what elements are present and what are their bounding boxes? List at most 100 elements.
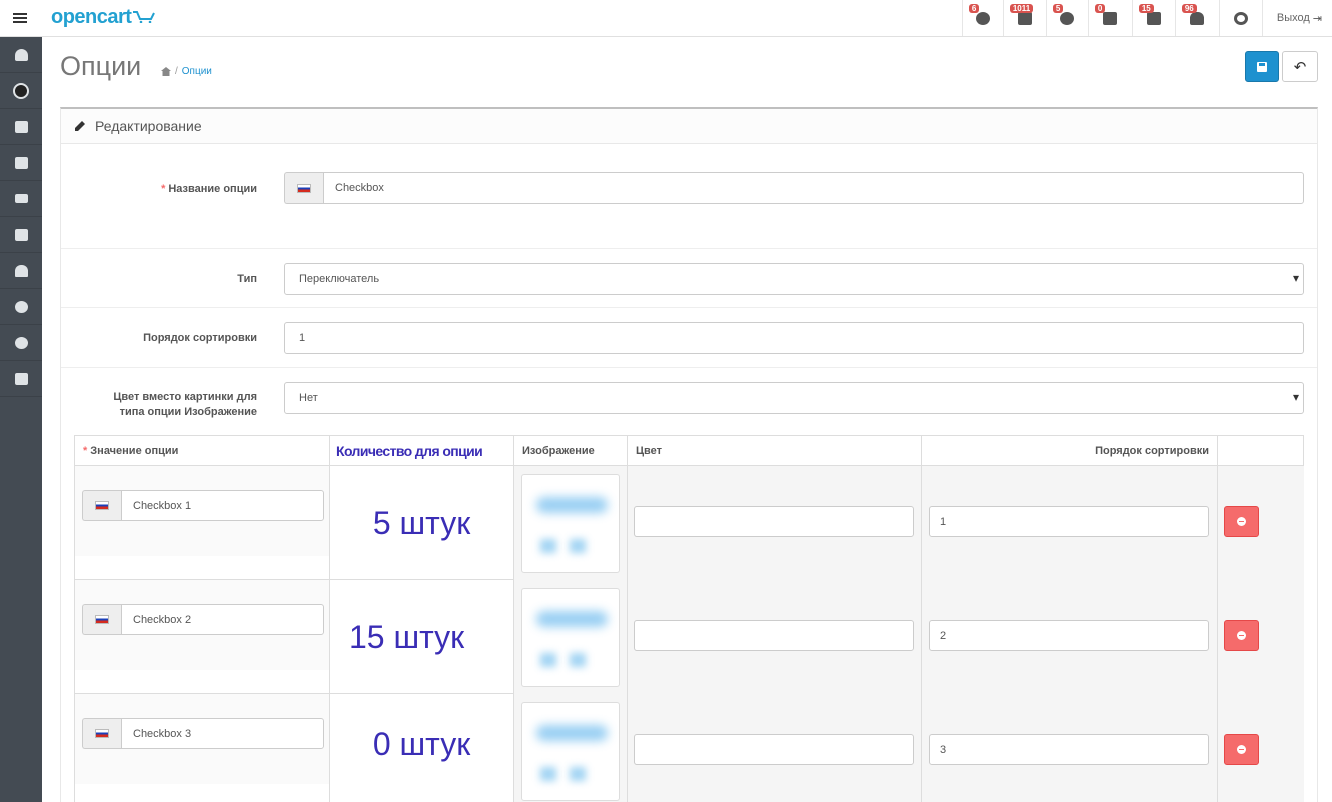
sidebar-item-dashboard[interactable] bbox=[0, 37, 42, 73]
image-thumbnail[interactable] bbox=[521, 474, 620, 573]
chart-icon bbox=[14, 372, 28, 385]
form-row-sort: Порядок сортировки 1 bbox=[61, 308, 1317, 368]
bell-icon bbox=[1190, 11, 1205, 25]
announcements-badge: 0 bbox=[1094, 4, 1106, 13]
sort-input[interactable]: 3 bbox=[929, 734, 1209, 765]
sidebar-item-system[interactable] bbox=[0, 325, 42, 361]
sidebar-item-extension-logo[interactable] bbox=[0, 73, 42, 109]
sidebar-item-catalog[interactable] bbox=[0, 109, 42, 145]
header-nav: 6 1011 5 0 15 96 Выход ⇥ bbox=[961, 0, 1332, 36]
value-cell: Checkbox 3 bbox=[75, 694, 330, 802]
sidebar bbox=[0, 37, 42, 802]
home-icon[interactable] bbox=[161, 67, 171, 76]
th-value: * Значение опции bbox=[75, 436, 330, 466]
quantity-annotation: 5 штук bbox=[372, 504, 471, 541]
questions-nav[interactable]: 5 bbox=[1045, 0, 1088, 36]
back-button[interactable]: ↶ bbox=[1282, 51, 1318, 82]
breadcrumb-link-options[interactable]: Опции bbox=[182, 66, 212, 77]
value-cell: Checkbox 1 bbox=[75, 466, 330, 580]
life-ring-icon bbox=[1233, 11, 1248, 25]
language-addon bbox=[82, 604, 121, 635]
form-row-option-name: * Название опции Checkbox bbox=[61, 144, 1317, 249]
ru-flag-icon bbox=[95, 729, 109, 738]
sort-order-input[interactable]: 1 bbox=[284, 322, 1304, 354]
option-name-input[interactable]: Checkbox bbox=[323, 172, 1304, 204]
color-mode-select[interactable]: Нет bbox=[284, 382, 1304, 414]
opencart-logo[interactable]: opencart bbox=[51, 6, 156, 29]
logo-text: opencart bbox=[51, 6, 132, 28]
type-label: Тип bbox=[237, 273, 257, 285]
color-input[interactable] bbox=[634, 620, 914, 651]
announcements-nav[interactable]: 0 bbox=[1087, 0, 1132, 36]
language-addon bbox=[82, 490, 121, 521]
comments-badge: 6 bbox=[968, 4, 980, 13]
value-name-input[interactable]: Checkbox 2 bbox=[121, 604, 324, 635]
language-addon bbox=[82, 718, 121, 749]
color-input[interactable] bbox=[634, 506, 914, 537]
remove-button[interactable] bbox=[1224, 734, 1259, 765]
panel-heading: Редактирование bbox=[61, 109, 1317, 144]
questions-badge: 5 bbox=[1052, 4, 1064, 13]
image-cell bbox=[514, 466, 628, 580]
page-title: Опции bbox=[60, 51, 142, 81]
menu-icon bbox=[13, 12, 27, 24]
save-button[interactable] bbox=[1245, 51, 1279, 82]
minus-circle-icon bbox=[1237, 631, 1246, 640]
calls-nav[interactable]: 15 bbox=[1131, 0, 1175, 36]
tags-icon bbox=[14, 120, 28, 133]
color-cell bbox=[628, 466, 922, 580]
sidebar-item-extensions[interactable] bbox=[0, 145, 42, 181]
remove-button[interactable] bbox=[1224, 506, 1259, 537]
sidebar-item-customers[interactable] bbox=[0, 253, 42, 289]
sort-cell: 2 bbox=[922, 580, 1218, 694]
color-input[interactable] bbox=[634, 734, 914, 765]
option-name-group: Checkbox bbox=[284, 172, 1304, 204]
help-nav[interactable] bbox=[1218, 0, 1262, 36]
color-mode-label-line1: Цвет вместо картинки для bbox=[113, 391, 257, 403]
remove-button[interactable] bbox=[1224, 620, 1259, 651]
value-input-group: Checkbox 2 bbox=[82, 604, 324, 635]
cart-icon bbox=[14, 228, 28, 241]
comments-nav[interactable]: 6 bbox=[961, 0, 1003, 36]
value-input-group: Checkbox 1 bbox=[82, 490, 324, 521]
sidebar-item-marketing[interactable] bbox=[0, 289, 42, 325]
sign-out-icon: ⇥ bbox=[1312, 12, 1322, 25]
sort-label: Порядок сортировки bbox=[143, 332, 257, 344]
type-select[interactable]: Переключатель bbox=[284, 263, 1304, 295]
action-cell bbox=[1218, 694, 1304, 802]
action-cell bbox=[1218, 580, 1304, 694]
sort-input[interactable]: 2 bbox=[929, 620, 1209, 651]
image-thumbnail[interactable] bbox=[521, 702, 620, 801]
color-cell bbox=[628, 694, 922, 802]
menu-toggle-button[interactable] bbox=[0, 0, 40, 36]
edit-panel: Редактирование * Название опции Checkbox … bbox=[60, 107, 1318, 802]
option-values-table: * Значение опции Количество для опции Изо… bbox=[74, 435, 1304, 802]
orders-nav[interactable]: 1011 bbox=[1002, 0, 1046, 36]
logo-cart-icon bbox=[133, 11, 156, 23]
th-sort: Порядок сортировки bbox=[922, 436, 1218, 466]
sidebar-item-reports[interactable] bbox=[0, 361, 42, 397]
image-thumbnail[interactable] bbox=[521, 588, 620, 687]
color-cell bbox=[628, 580, 922, 694]
value-name-input[interactable]: Checkbox 3 bbox=[121, 718, 324, 749]
ru-flag-icon bbox=[297, 183, 311, 193]
sort-input[interactable]: 1 bbox=[929, 506, 1209, 537]
th-quantity: Количество для опции bbox=[330, 436, 514, 466]
bullhorn-icon bbox=[1103, 11, 1118, 25]
image-cell bbox=[514, 694, 628, 802]
th-color: Цвет bbox=[628, 436, 922, 466]
top-header: opencart 6 1011 5 0 15 96 Выход ⇥ bbox=[0, 0, 1332, 37]
sidebar-item-sales[interactable] bbox=[0, 217, 42, 253]
form-row-color-mode: Цвет вместо картинки для типа опции Изоб… bbox=[61, 368, 1317, 434]
value-name-input[interactable]: Checkbox 1 bbox=[121, 490, 324, 521]
option-name-label: * Название опции bbox=[161, 183, 257, 195]
sort-cell: 3 bbox=[922, 694, 1218, 802]
logout-link[interactable]: Выход ⇥ bbox=[1261, 0, 1332, 36]
language-addon bbox=[284, 172, 323, 204]
quantity-cell: 0 штук bbox=[330, 694, 514, 802]
breadcrumb: / Опции bbox=[161, 66, 212, 77]
sidebar-item-design[interactable] bbox=[0, 181, 42, 217]
notifications-nav[interactable]: 96 bbox=[1174, 0, 1219, 36]
table-row: Checkbox 3 0 штук 3 bbox=[75, 694, 1304, 802]
image-cell bbox=[514, 580, 628, 694]
